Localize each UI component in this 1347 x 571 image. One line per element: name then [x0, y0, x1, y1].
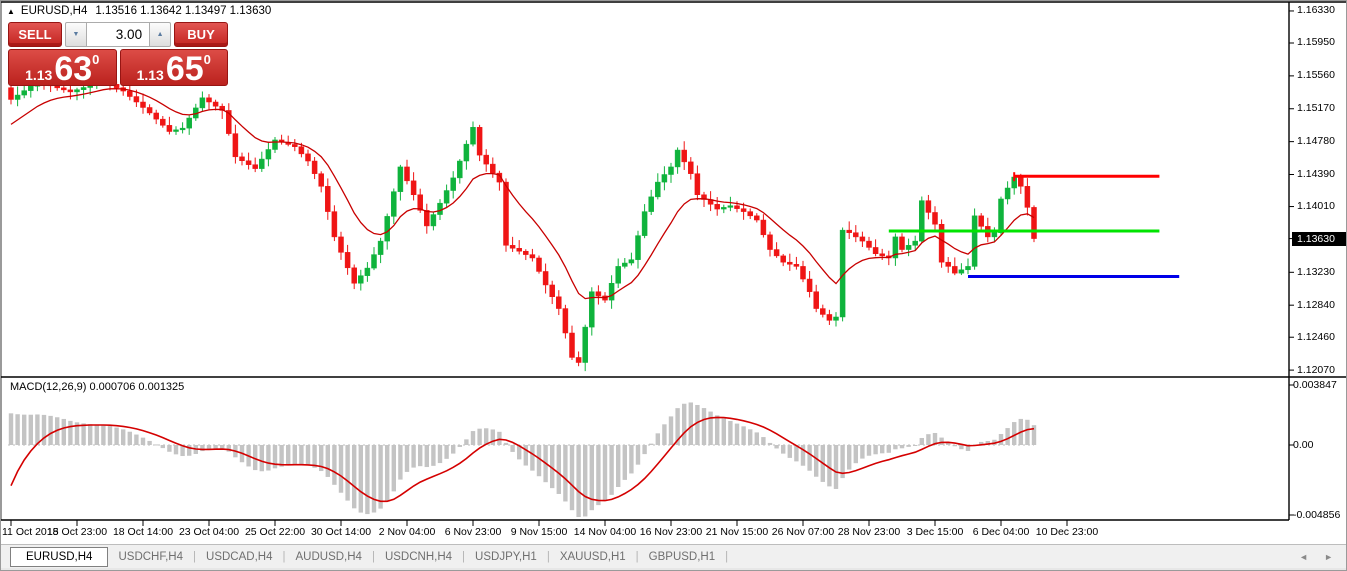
- sell-price-panel[interactable]: 1.13 63 0: [8, 49, 117, 86]
- volume-decrease-button[interactable]: ▼: [65, 22, 87, 47]
- tab-xauusd-h1[interactable]: XAUUSD,H1: [550, 548, 636, 566]
- macd-axis-label: -0.004856: [1293, 509, 1340, 521]
- date-axis-label: 14 Nov 04:00: [574, 526, 636, 538]
- date-axis-label: 15 Oct 23:00: [47, 526, 107, 538]
- price-axis-label: 1.12070: [1297, 364, 1335, 376]
- tab-eurusd-h4[interactable]: EURUSD,H4: [10, 547, 108, 567]
- date-axis-label: 21 Nov 15:00: [706, 526, 768, 538]
- price-axis-label: 1.12460: [1297, 331, 1335, 343]
- tab-usdcnh-h4[interactable]: USDCNH,H4: [375, 548, 462, 566]
- buy-price-small: 1.13: [137, 68, 164, 83]
- sell-button[interactable]: SELL: [8, 22, 62, 47]
- date-axis-label: 26 Nov 07:00: [772, 526, 834, 538]
- date-axis-label: 18 Oct 14:00: [113, 526, 173, 538]
- date-axis-label: 23 Oct 04:00: [179, 526, 239, 538]
- buy-button[interactable]: BUY: [174, 22, 228, 47]
- date-axis-label: 9 Nov 15:00: [511, 526, 568, 538]
- sell-price-sup: 0: [92, 52, 99, 67]
- chart-tab-bar: EURUSD,H4USDCHF,H4|USDCAD,H4|AUDUSD,H4|U…: [0, 544, 1347, 568]
- date-axis-label: 10 Dec 23:00: [1036, 526, 1098, 538]
- price-axis-label: 1.14780: [1297, 135, 1335, 147]
- tab-usdjpy-h1[interactable]: USDJPY,H1: [465, 548, 547, 566]
- date-axis-label: 6 Dec 04:00: [973, 526, 1030, 538]
- tab-audusd-h4[interactable]: AUDUSD,H4: [285, 548, 371, 566]
- chart-title: ▲ EURUSD,H4 1.13516 1.13642 1.13497 1.13…: [7, 5, 271, 17]
- date-axis-label: 28 Nov 23:00: [838, 526, 900, 538]
- date-axis-label: 25 Oct 22:00: [245, 526, 305, 538]
- buy-price-sup: 0: [204, 52, 211, 67]
- macd-axis-label: 0.003847: [1293, 379, 1337, 391]
- tab-scroll-left-icon[interactable]: ◄: [1299, 552, 1308, 562]
- volume-increase-button[interactable]: ▲: [149, 22, 171, 47]
- tab-usdchf-h4[interactable]: USDCHF,H4: [108, 548, 193, 566]
- buy-price-big: 65: [166, 56, 204, 83]
- tab-scroll-right-icon[interactable]: ►: [1324, 552, 1333, 562]
- volume-input[interactable]: 3.00: [87, 22, 149, 47]
- price-axis-label: 1.15560: [1297, 69, 1335, 81]
- macd-axis-label: 0.00: [1293, 439, 1313, 451]
- one-click-trading-panel: SELL ▼ 3.00 ▲ BUY 1.13 63 0 1.13 65 0: [8, 22, 228, 86]
- date-axis-label: 6 Nov 23:00: [445, 526, 502, 538]
- triangle-up-icon: ▲: [157, 31, 164, 38]
- price-axis-label: 1.15170: [1297, 102, 1335, 114]
- price-axis-label: 1.16330: [1297, 4, 1335, 16]
- tab-gbpusd-h1[interactable]: GBPUSD,H1: [639, 548, 725, 566]
- price-axis-label: 1.12840: [1297, 299, 1335, 311]
- price-axis-label: 1.14010: [1297, 200, 1335, 212]
- macd-indicator-label: MACD(12,26,9) 0.000706 0.001325: [10, 381, 184, 393]
- chart-ohlc-values: 1.13516 1.13642 1.13497 1.13630: [95, 5, 271, 17]
- price-axis-label: 1.14390: [1297, 168, 1335, 180]
- date-axis-label: 2 Nov 04:00: [379, 526, 436, 538]
- tab-separator: |: [725, 551, 728, 563]
- chart-marker-icon: ▲: [7, 7, 15, 16]
- buy-price-panel[interactable]: 1.13 65 0: [120, 49, 229, 86]
- date-axis-label: 16 Nov 23:00: [640, 526, 702, 538]
- current-price-badge: 1.13630: [1292, 232, 1347, 246]
- sell-price-big: 63: [54, 56, 92, 83]
- date-axis-label: 3 Dec 15:00: [907, 526, 964, 538]
- chart-symbol: EURUSD,H4: [21, 5, 87, 17]
- price-axis-label: 1.13230: [1297, 266, 1335, 278]
- tab-usdcad-h4[interactable]: USDCAD,H4: [196, 548, 282, 566]
- price-axis-label: 1.15950: [1297, 36, 1335, 48]
- triangle-down-icon: ▼: [72, 31, 79, 38]
- date-axis-label: 30 Oct 14:00: [311, 526, 371, 538]
- tab-scroll-arrows: ◄►: [1299, 552, 1333, 562]
- sell-price-small: 1.13: [25, 68, 52, 83]
